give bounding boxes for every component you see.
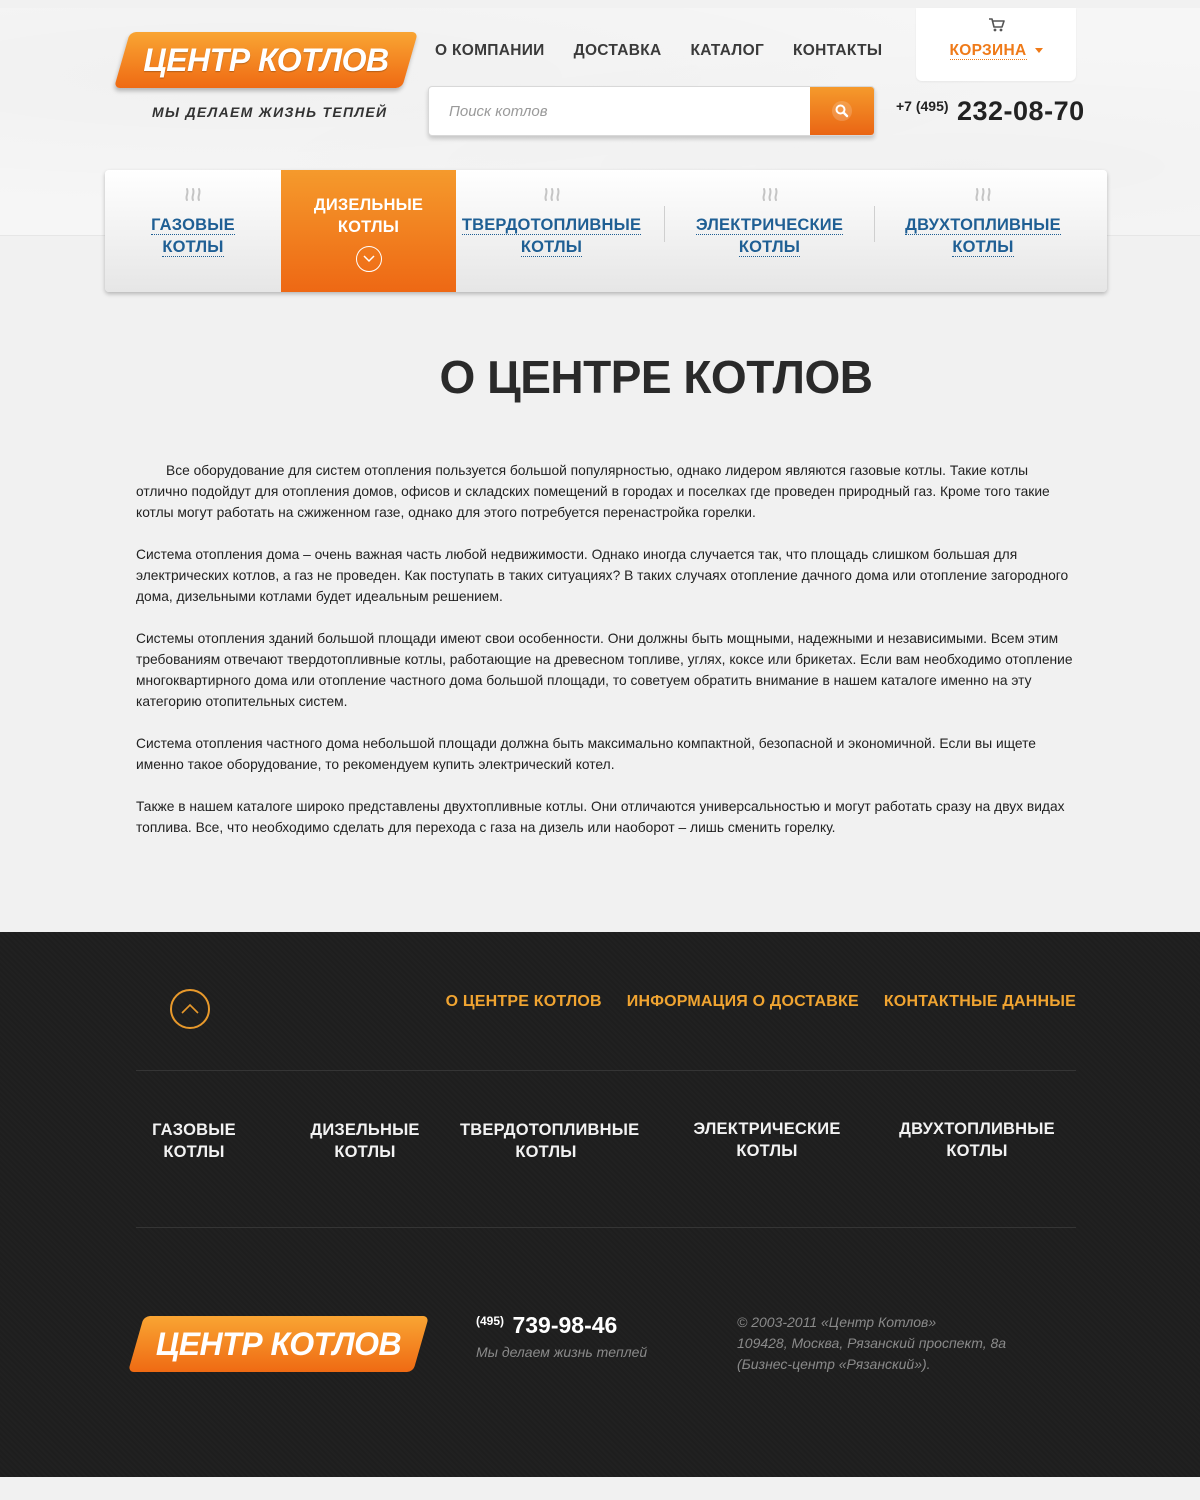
steam-icon [761, 188, 778, 201]
category-line2: КОТЛЫ [520, 238, 583, 257]
footer-link-delivery[interactable]: ИНФОРМАЦИЯ О ДОСТАВКЕ [627, 993, 859, 1011]
category-line1: ЭЛЕКТРИЧЕСКИЕ [695, 216, 844, 235]
cart-icon [989, 18, 1005, 32]
category-line2: КОТЛЫ [515, 1143, 577, 1161]
category-line1: ГАЗОВЫЕ [151, 216, 235, 235]
logo-text: ЦЕНТР КОТЛОВ [143, 41, 389, 78]
category-line1: ДИЗЕЛЬНЫЕ [313, 196, 424, 214]
top-nav: О КОМПАНИИ ДОСТАВКА КАТАЛОГ КОНТАКТЫ [435, 42, 882, 60]
cart-label-row: КОРЗИНА [916, 42, 1076, 60]
category-label: ДИЗЕЛЬНЫЕ КОТЛЫ [281, 194, 456, 238]
nav-link-contacts[interactable]: КОНТАКТЫ [793, 42, 882, 60]
category-line1: ДИЗЕЛЬНЫЕ [310, 1121, 420, 1139]
footer-divider [136, 1227, 1076, 1228]
chevron-down-icon[interactable] [356, 246, 382, 272]
copyright-text: © 2003-2011 «Центр Котлов» [737, 1314, 937, 1330]
category-label: ДВУХТОПЛИВНЫЕ КОТЛЫ [875, 214, 1091, 258]
category-solid-fuel[interactable]: ТВЕРДОТОПЛИВНЫЕ КОТЛЫ [456, 170, 647, 292]
category-label: ГАЗОВЫЕ КОТЛЫ [105, 214, 281, 258]
phone-number: 739-98-46 [512, 1312, 618, 1338]
category-line2: КОТЛЫ [736, 1142, 798, 1160]
cart-label: КОРЗИНА [949, 42, 1027, 60]
category-diesel[interactable]: ДИЗЕЛЬНЫЕ КОТЛЫ [281, 170, 456, 292]
steam-icon [975, 188, 991, 201]
header-phone: +7 (495) 232-08-70 [896, 96, 1085, 127]
article-paragraph: Все оборудование для систем отопления по… [136, 463, 1050, 520]
site-footer: О ЦЕНТРЕ КОТЛОВ ИНФОРМАЦИЯ О ДОСТАВКЕ КО… [0, 932, 1200, 1477]
search-box [428, 86, 875, 136]
category-line2: КОТЛЫ [163, 1143, 225, 1161]
footer-category-diesel[interactable]: ДИЗЕЛЬНЫЕ КОТЛЫ [300, 1119, 430, 1163]
article-paragraph: Также в нашем каталоге широко представле… [136, 799, 1065, 835]
nav-link-catalog[interactable]: КАТАЛОГ [690, 42, 764, 60]
phone-code: (495) [476, 1314, 505, 1328]
category-label: ТВЕРДОТОПЛИВНЫЕ КОТЛЫ [456, 214, 647, 258]
logo-text: ЦЕНТР КОТЛОВ [155, 1325, 402, 1362]
category-line1: ДВУХТОПЛИВНЫЕ [899, 1120, 1055, 1138]
chevron-up-icon [181, 1004, 199, 1014]
category-line2: КОТЛЫ [738, 238, 801, 257]
search-button[interactable] [810, 87, 874, 135]
article-body: Все оборудование для систем отопления по… [136, 460, 1076, 859]
category-line2: КОТЛЫ [946, 1142, 1008, 1160]
footer-category-electric[interactable]: ЭЛЕКТРИЧЕСКИЕ КОТЛЫ [690, 1118, 844, 1162]
category-gas[interactable]: ГАЗОВЫЕ КОТЛЫ [105, 170, 281, 292]
footer-logo[interactable]: ЦЕНТР КОТЛОВ [127, 1316, 430, 1372]
site-logo[interactable]: ЦЕНТР КОТЛОВ [113, 32, 419, 88]
nav-link-delivery[interactable]: ДОСТАВКА [574, 42, 662, 60]
footer-divider [136, 1070, 1076, 1071]
category-line2: КОТЛЫ [337, 218, 400, 236]
phone-code: +7 (495) [896, 98, 949, 114]
category-bar: ГАЗОВЫЕ КОТЛЫ ДИЗЕЛЬНЫЕ КОТЛЫ ТВЕРДОТОПЛ… [105, 170, 1107, 292]
search-icon [832, 101, 852, 121]
cart-button[interactable]: КОРЗИНА [916, 8, 1076, 81]
footer-link-about[interactable]: О ЦЕНТРЕ КОТЛОВ [446, 993, 602, 1011]
category-line1: ТВЕРДОТОПЛИВНЫЕ [460, 1121, 640, 1139]
category-line1: ЭЛЕКТРИЧЕСКИЕ [693, 1120, 841, 1138]
category-dual-fuel[interactable]: ДВУХТОПЛИВНЫЕ КОТЛЫ [875, 170, 1091, 292]
article-paragraph: Система отопления частного дома небольшо… [136, 736, 1036, 772]
chevron-down-icon [1034, 48, 1043, 54]
category-line1: ГАЗОВЫЕ [152, 1121, 236, 1139]
category-electric[interactable]: ЭЛЕКТРИЧЕСКИЕ КОТЛЫ [665, 170, 874, 292]
category-line2: КОТЛЫ [162, 238, 224, 257]
footer-category-dual-fuel[interactable]: ДВУХТОПЛИВНЫЕ КОТЛЫ [896, 1118, 1058, 1162]
steam-icon [185, 188, 201, 201]
phone-number: 232-08-70 [957, 96, 1085, 126]
tagline: МЫ ДЕЛАЕМ ЖИЗНЬ ТЕПЛЕЙ [152, 104, 388, 120]
steam-icon [543, 188, 560, 201]
footer-phone: (495) 739-98-46 [476, 1312, 617, 1339]
article-paragraph: Системы отопления зданий большой площади… [136, 631, 1073, 709]
category-label: ЭЛЕКТРИЧЕСКИЕ КОТЛЫ [665, 214, 874, 258]
address-line: (Бизнес-центр «Рязанский»). [737, 1356, 931, 1372]
category-line1: ДВУХТОПЛИВНЫЕ [905, 216, 1061, 235]
address-line: 109428, Москва, Рязанский проспект, 8а [737, 1335, 1007, 1351]
category-line2: КОТЛЫ [952, 238, 1014, 257]
nav-link-about[interactable]: О КОМПАНИИ [435, 42, 545, 60]
page-title: О ЦЕНТРЕ КОТЛОВ [439, 351, 873, 403]
footer-tagline: Мы делаем жизнь теплей [476, 1344, 648, 1360]
footer-link-contacts[interactable]: КОНТАКТНЫЕ ДАННЫЕ [884, 993, 1076, 1011]
article-paragraph: Система отопления дома – очень важная ча… [136, 547, 1069, 604]
category-line1: ТВЕРДОТОПЛИВНЫЕ [461, 216, 642, 235]
footer-category-gas[interactable]: ГАЗОВЫЕ КОТЛЫ [136, 1119, 252, 1163]
scroll-to-top-button[interactable] [170, 989, 210, 1029]
footer-category-solid-fuel[interactable]: ТВЕРДОТОПЛИВНЫЕ КОТЛЫ [460, 1119, 639, 1163]
footer-copyright-block: © 2003-2011 «Центр Котлов» 109428, Москв… [737, 1312, 1006, 1375]
search-input[interactable] [429, 87, 812, 135]
category-line2: КОТЛЫ [334, 1143, 396, 1161]
footer-nav: О ЦЕНТРЕ КОТЛОВ ИНФОРМАЦИЯ О ДОСТАВКЕ КО… [446, 993, 1076, 1011]
